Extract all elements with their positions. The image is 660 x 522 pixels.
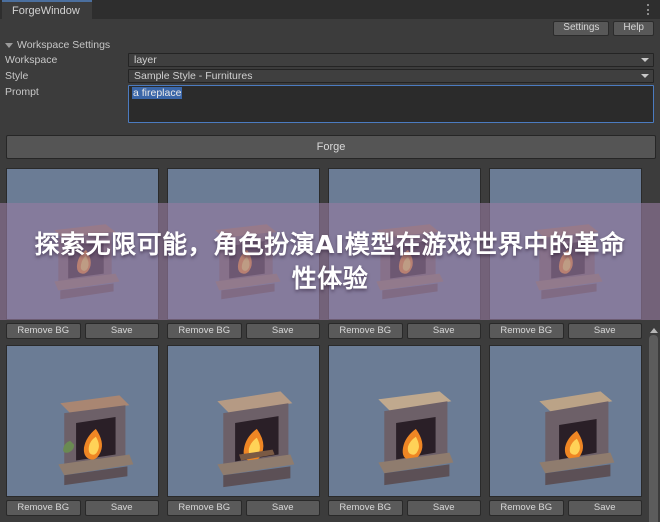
save-button[interactable]: Save xyxy=(406,323,481,339)
forge-window-app: ForgeWindow Settings Help Workspace Sett… xyxy=(0,0,660,522)
card-actions: Remove BG Save xyxy=(328,500,481,516)
remove-bg-button[interactable]: Remove BG xyxy=(489,500,564,516)
save-button[interactable]: Save xyxy=(84,500,159,516)
results-row-2: Remove BG Save Remove BG Save Remove BG … xyxy=(6,345,647,516)
save-button[interactable]: Save xyxy=(567,323,642,339)
chevron-down-icon xyxy=(641,58,649,62)
kebab-dot xyxy=(647,8,649,11)
remove-bg-button[interactable]: Remove BG xyxy=(489,323,564,339)
promo-overlay-banner: 探索无限可能，角色扮演AI模型在游戏世界中的革命性体验 xyxy=(0,203,660,320)
tab-forge-window[interactable]: ForgeWindow xyxy=(2,0,92,19)
card-actions: Remove BG Save xyxy=(6,500,159,516)
tab-label: ForgeWindow xyxy=(12,4,80,17)
remove-bg-button[interactable]: Remove BG xyxy=(167,500,242,516)
card-list: Remove BG Save Remove BG Save Remove BG … xyxy=(6,345,647,516)
tab-bar: ForgeWindow xyxy=(0,0,660,19)
save-button[interactable]: Save xyxy=(245,500,320,516)
chevron-down-icon xyxy=(5,41,14,50)
prompt-label: Prompt xyxy=(5,86,39,98)
window-toolbar: Settings Help xyxy=(553,19,654,37)
forge-button[interactable]: Forge xyxy=(6,135,656,159)
results-scrollbar[interactable] xyxy=(647,326,660,522)
card-actions: Remove BG Save xyxy=(328,323,481,339)
more-vertical-icon[interactable] xyxy=(642,3,654,16)
workspace-settings-panel: Workspace Settings Workspace layer Style… xyxy=(0,38,660,125)
save-button[interactable]: Save xyxy=(245,323,320,339)
prompt-input[interactable]: a fireplace xyxy=(128,85,654,123)
scroll-up-arrow-icon[interactable] xyxy=(650,328,658,333)
result-thumbnail[interactable] xyxy=(489,345,642,497)
result-card: Remove BG Save xyxy=(167,345,320,516)
result-thumbnail[interactable] xyxy=(328,345,481,497)
card-actions: Remove BG Save xyxy=(167,500,320,516)
style-label: Style xyxy=(5,70,29,82)
fireplace-sprite-icon xyxy=(217,391,295,488)
workspace-row: Workspace layer xyxy=(0,53,660,68)
fireplace-sprite-icon xyxy=(58,395,134,486)
remove-bg-button[interactable]: Remove BG xyxy=(167,323,242,339)
result-card: Remove BG Save xyxy=(328,345,481,516)
save-button[interactable]: Save xyxy=(567,500,642,516)
card-actions: Remove BG Save xyxy=(489,500,642,516)
result-thumbnail[interactable] xyxy=(167,345,320,497)
remove-bg-button[interactable]: Remove BG xyxy=(6,323,81,339)
result-thumbnail[interactable] xyxy=(6,345,159,497)
card-actions: Remove BG Save xyxy=(489,323,642,339)
result-card: Remove BG Save xyxy=(489,345,642,516)
card-actions: Remove BG Save xyxy=(167,323,320,339)
promo-overlay-text: 探索无限可能，角色扮演AI模型在游戏世界中的革命性体验 xyxy=(34,229,626,293)
workspace-value: layer xyxy=(134,54,157,66)
fireplace-sprite-icon xyxy=(539,391,615,486)
kebab-dot xyxy=(647,13,649,15)
fireplace-sprite-icon xyxy=(378,391,454,486)
workspace-settings-foldout[interactable]: Workspace Settings xyxy=(0,38,660,52)
card-actions: Remove BG Save xyxy=(6,323,159,339)
settings-button[interactable]: Settings xyxy=(553,20,610,36)
foldout-label: Workspace Settings xyxy=(17,39,111,51)
save-button[interactable]: Save xyxy=(406,500,481,516)
result-card: Remove BG Save xyxy=(6,345,159,516)
style-row: Style Sample Style - Furnitures xyxy=(0,69,660,84)
save-button[interactable]: Save xyxy=(84,323,159,339)
prompt-row: Prompt a fireplace xyxy=(0,85,660,125)
style-value: Sample Style - Furnitures xyxy=(134,70,253,82)
chevron-down-icon xyxy=(641,74,649,78)
prompt-value: a fireplace xyxy=(132,87,183,99)
remove-bg-button[interactable]: Remove BG xyxy=(328,323,403,339)
workspace-dropdown[interactable]: layer xyxy=(128,53,654,67)
kebab-dot xyxy=(647,4,649,6)
workspace-label: Workspace xyxy=(5,54,58,66)
remove-bg-button[interactable]: Remove BG xyxy=(328,500,403,516)
style-dropdown[interactable]: Sample Style - Furnitures xyxy=(128,69,654,83)
remove-bg-button[interactable]: Remove BG xyxy=(6,500,81,516)
help-button[interactable]: Help xyxy=(613,20,654,36)
scrollbar-thumb[interactable] xyxy=(649,335,658,522)
